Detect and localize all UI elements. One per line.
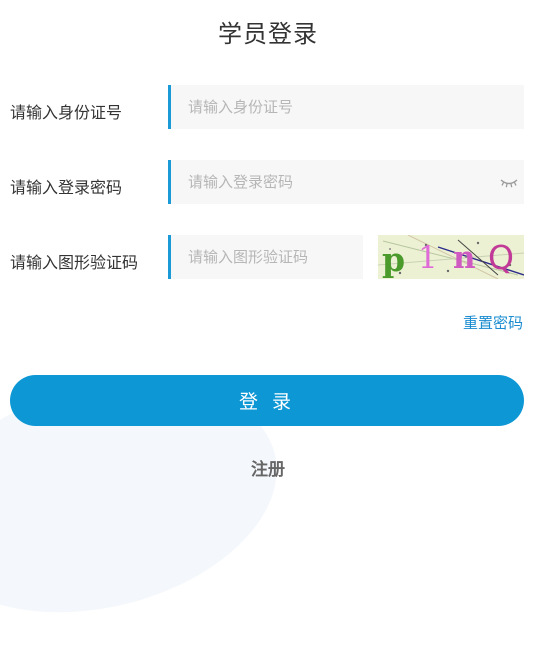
page-title: 学员登录 (218, 20, 318, 48)
password-field-box (168, 160, 524, 204)
password-label: 请输入登录密码 (10, 178, 123, 197)
captcha-input[interactable] (171, 235, 363, 279)
id-number-field-box (168, 85, 524, 129)
id-number-input[interactable] (171, 85, 524, 129)
captcha-char-3: n (453, 240, 476, 276)
captcha-char-2: 1 (418, 240, 438, 276)
register-link[interactable]: 注册 (0, 455, 536, 480)
captcha-label: 请输入图形验证码 (10, 253, 139, 272)
login-button[interactable]: 登 录 (10, 375, 524, 426)
eye-closed-icon[interactable] (500, 174, 518, 188)
password-input[interactable] (171, 160, 524, 204)
captcha-char-1: p (382, 240, 405, 279)
captcha-char-4: Q (488, 238, 514, 277)
id-number-label: 请输入身份证号 (10, 103, 123, 122)
captcha-image[interactable]: p 1 n Q (378, 235, 524, 279)
captcha-field-box (168, 235, 363, 279)
reset-password-link[interactable]: 重置密码 (463, 312, 523, 333)
